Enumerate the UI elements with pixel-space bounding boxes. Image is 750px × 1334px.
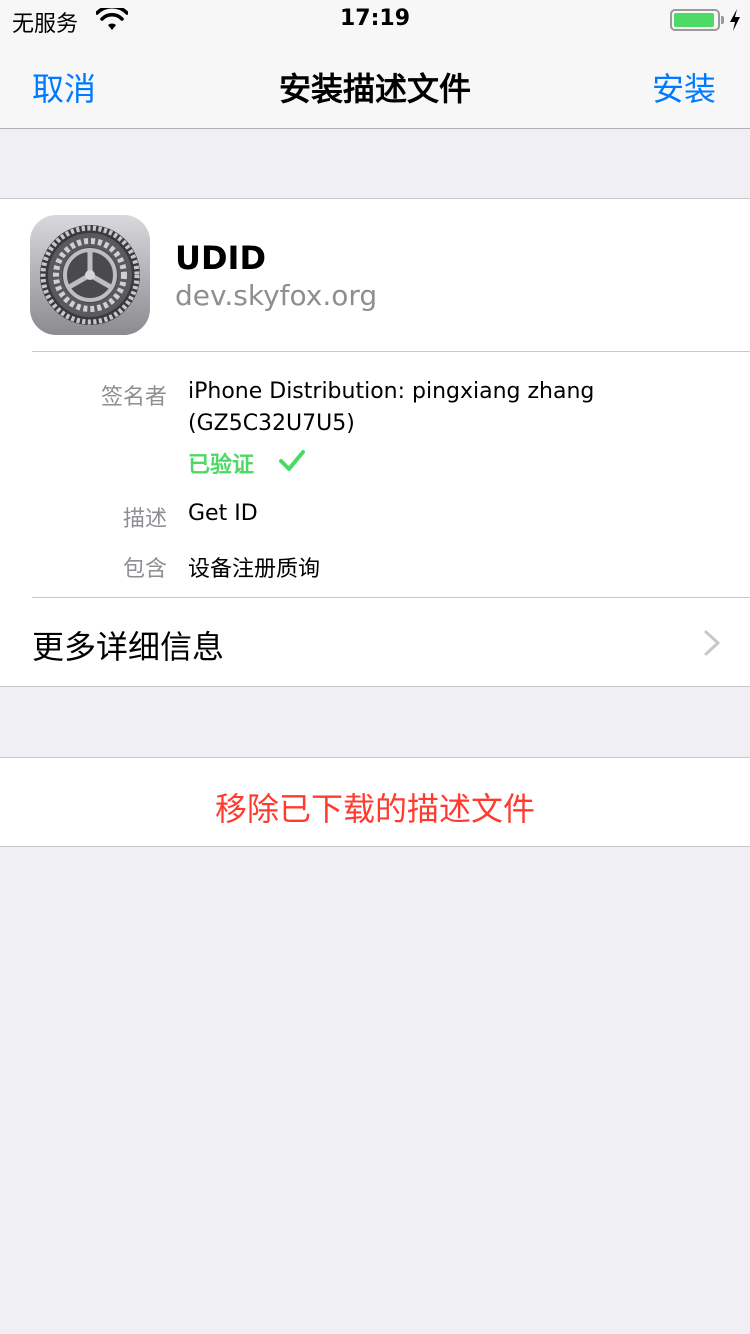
- signer-label: 签名者: [100, 385, 167, 410]
- contains-value: 设备注册质询: [188, 557, 321, 582]
- battery-icon: [670, 9, 720, 31]
- battery-tip: [721, 16, 724, 24]
- contains-label: 包含: [122, 557, 167, 582]
- profile-domain: dev.skyfox.org: [175, 279, 378, 312]
- signer-value-line2: (GZ5C32U7U5): [188, 411, 355, 436]
- status-bar: 无服务 17:19: [0, 0, 750, 40]
- checkmark-icon: [279, 450, 305, 471]
- divider: [32, 351, 750, 352]
- chevron-right-icon: [704, 630, 720, 656]
- description-value: Get ID: [188, 501, 258, 526]
- install-button[interactable]: 安装: [652, 64, 716, 110]
- signer-value-line1: iPhone Distribution: pingxiang zhang: [188, 379, 595, 404]
- remove-profile-label: 移除已下载的描述文件: [214, 790, 535, 828]
- description-label: 描述: [122, 507, 167, 532]
- navigation-bar: 取消 安装描述文件 安装: [0, 40, 750, 129]
- profile-name: UDID: [175, 239, 267, 277]
- more-details-label: 更多详细信息: [32, 628, 225, 666]
- remove-profile-button[interactable]: 移除已下载的描述文件: [0, 757, 750, 847]
- page-title: 安装描述文件: [278, 70, 471, 108]
- profile-card: UDID dev.skyfox.org 签名者 iPhone Distribut…: [0, 198, 750, 687]
- more-details-row[interactable]: 更多详细信息: [0, 598, 750, 687]
- clock: 17:19: [339, 6, 411, 31]
- battery-level-fill: [674, 13, 714, 27]
- charging-bolt-icon: [730, 9, 740, 31]
- settings-gear-icon: [30, 215, 150, 335]
- verified-status: 已验证: [188, 453, 255, 478]
